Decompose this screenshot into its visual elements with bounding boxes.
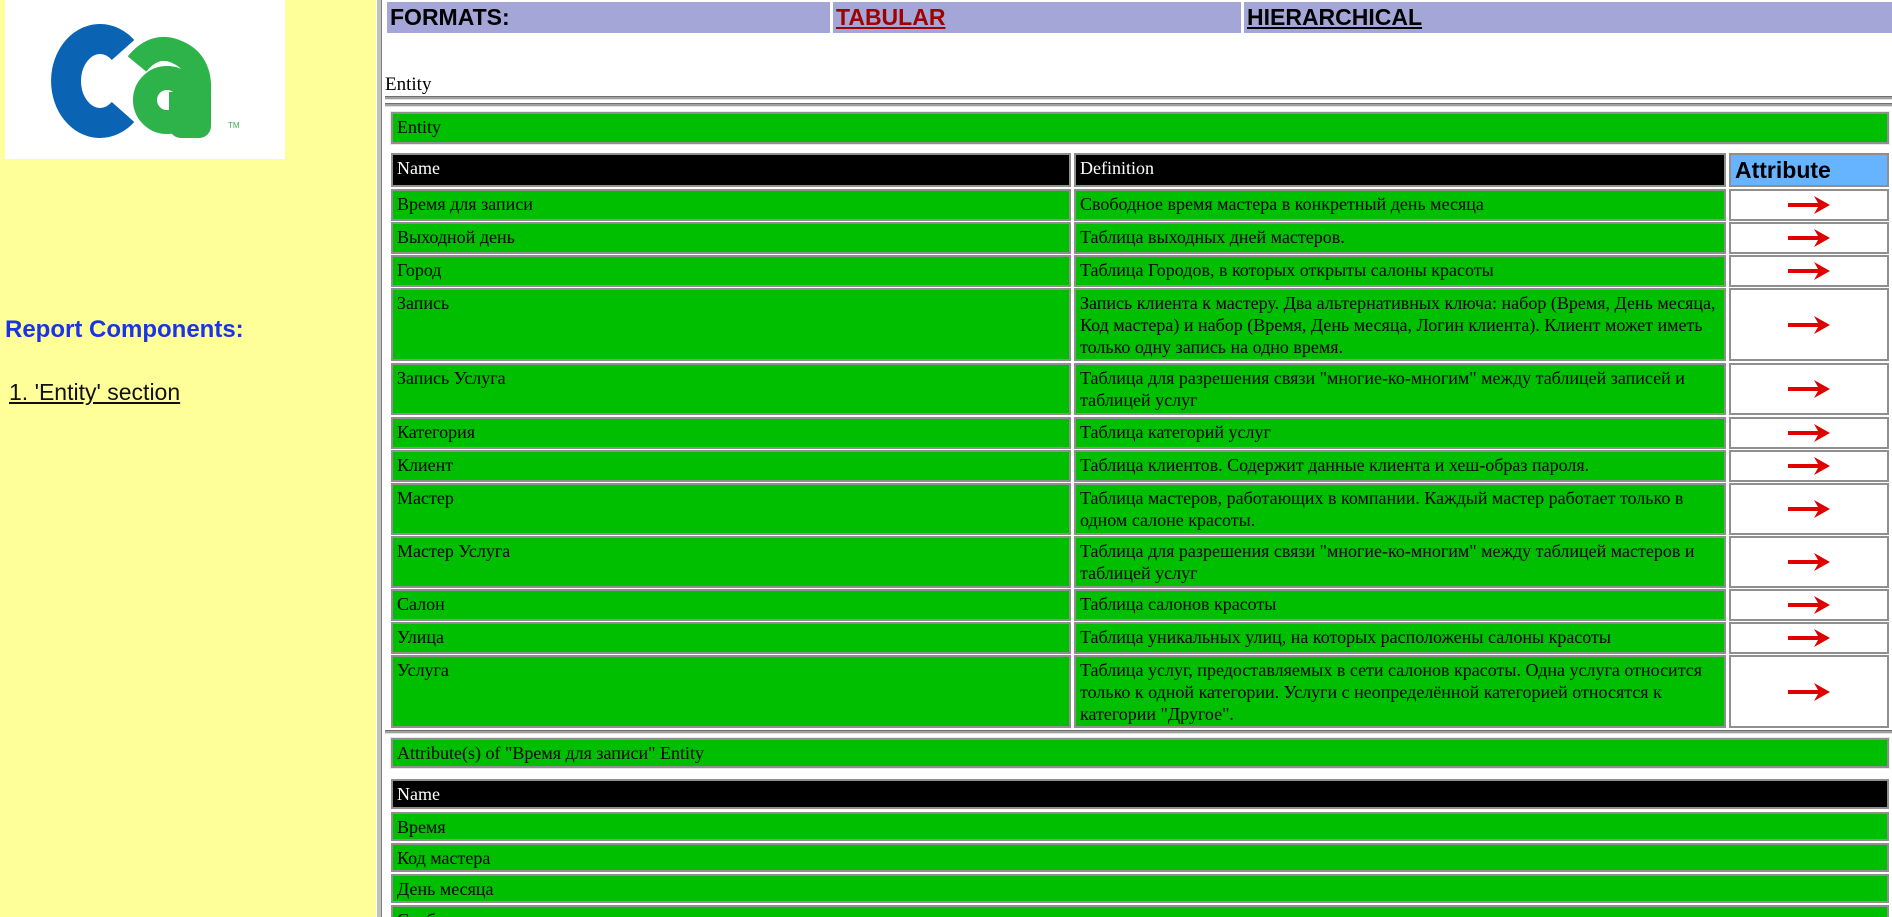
svg-text:TM: TM: [228, 121, 240, 130]
entity-name-cell: Мастер: [391, 483, 1071, 535]
entity-section-link[interactable]: 1. 'Entity' section: [9, 379, 180, 406]
red-right-arrow-icon[interactable]: [1786, 594, 1832, 616]
entity-section-title: Entity: [390, 111, 1890, 145]
divider: [385, 103, 1892, 107]
attributes-header-name: Name: [391, 779, 1889, 809]
report-components-title: Report Components:: [5, 316, 244, 343]
attribute-link-cell[interactable]: [1729, 622, 1889, 654]
attribute-link-cell[interactable]: [1729, 222, 1889, 254]
entity-definition-cell: Таблица для разрешения связи "многие-ко-…: [1074, 536, 1726, 588]
red-right-arrow-icon[interactable]: [1786, 422, 1832, 444]
attribute-link-cell[interactable]: [1729, 655, 1889, 728]
entity-definition-cell: Таблица мастеров, работающих в компании.…: [1074, 483, 1726, 535]
entity-definition-cell: Таблица салонов красоты: [1074, 589, 1726, 621]
column-header-attribute: Attribute: [1729, 153, 1889, 187]
entity-name-cell: Улица: [391, 622, 1071, 654]
entity-definition-cell: Таблица выходных дней мастеров.: [1074, 222, 1726, 254]
divider: [385, 96, 1892, 100]
entity-name-cell: Запись: [391, 288, 1071, 361]
ca-logo-icon: TM: [51, 24, 240, 138]
entity-definition-cell: Запись клиента к мастеру. Два альтернати…: [1074, 288, 1726, 361]
attributes-section-title: Attribute(s) of "Время для записи" Entit…: [390, 737, 1890, 769]
red-right-arrow-icon[interactable]: [1786, 681, 1832, 703]
report-pane: FORMATS: TABULAR HIERARCHICAL Entity Ent…: [382, 0, 1892, 917]
tabular-format-link[interactable]: TABULAR: [833, 2, 1241, 33]
attribute-link-cell[interactable]: [1729, 589, 1889, 621]
red-right-arrow-icon[interactable]: [1786, 227, 1832, 249]
attribute-link-cell[interactable]: [1729, 363, 1889, 415]
column-header-name: Name: [391, 153, 1071, 187]
entity-definition-cell: Таблица категорий услуг: [1074, 417, 1726, 449]
red-right-arrow-icon[interactable]: [1786, 498, 1832, 520]
entity-definition-cell: Таблица клиентов. Содержит данные клиент…: [1074, 450, 1726, 482]
column-header-definition: Definition: [1074, 153, 1726, 187]
hierarchical-format-link[interactable]: HIERARCHICAL: [1244, 2, 1892, 33]
attribute-link-cell[interactable]: [1729, 255, 1889, 287]
attribute-link-cell[interactable]: [1729, 417, 1889, 449]
attribute-name-cell: Свободно: [391, 905, 1889, 917]
entity-definition-cell: Таблица уникальных улиц, на которых расп…: [1074, 622, 1726, 654]
red-right-arrow-icon[interactable]: [1786, 194, 1832, 216]
formats-bar: FORMATS: TABULAR HIERARCHICAL: [387, 2, 1892, 33]
entity-caption: Entity: [385, 74, 432, 95]
attribute-link-cell[interactable]: [1729, 450, 1889, 482]
red-right-arrow-icon[interactable]: [1786, 260, 1832, 282]
entity-definition-cell: Таблица для разрешения связи "многие-ко-…: [1074, 363, 1726, 415]
attribute-link-cell[interactable]: [1729, 288, 1889, 361]
entity-name-cell: Время для записи: [391, 189, 1071, 221]
entity-name-cell: Запись Услуга: [391, 363, 1071, 415]
entity-name-cell: Город: [391, 255, 1071, 287]
divider: [385, 730, 1892, 734]
entity-name-cell: Клиент: [391, 450, 1071, 482]
formats-label: FORMATS:: [387, 2, 830, 33]
left-pane: TM Report Components: 1. 'Entity' sectio…: [0, 0, 376, 917]
attribute-link-cell[interactable]: [1729, 483, 1889, 535]
attribute-name-cell: Время: [391, 812, 1889, 841]
red-right-arrow-icon[interactable]: [1786, 455, 1832, 477]
entity-name-cell: Мастер Услуга: [391, 536, 1071, 588]
entity-definition-cell: Свободное время мастера в конкретный ден…: [1074, 189, 1726, 221]
attribute-name-cell: День месяца: [391, 874, 1889, 903]
attribute-link-cell[interactable]: [1729, 189, 1889, 221]
attribute-link-cell[interactable]: [1729, 536, 1889, 588]
red-right-arrow-icon[interactable]: [1786, 627, 1832, 649]
attribute-name-cell: Код мастера: [391, 843, 1889, 872]
entity-definition-cell: Таблица услуг, предоставляемых в сети са…: [1074, 655, 1726, 728]
entity-name-cell: Выходной день: [391, 222, 1071, 254]
red-right-arrow-icon[interactable]: [1786, 314, 1832, 336]
ca-logo: TM: [5, 0, 285, 159]
entity-name-cell: Категория: [391, 417, 1071, 449]
red-right-arrow-icon[interactable]: [1786, 551, 1832, 573]
entity-name-cell: Салон: [391, 589, 1071, 621]
entity-definition-cell: Таблица Городов, в которых открыты салон…: [1074, 255, 1726, 287]
red-right-arrow-icon[interactable]: [1786, 378, 1832, 400]
entity-name-cell: Услуга: [391, 655, 1071, 728]
